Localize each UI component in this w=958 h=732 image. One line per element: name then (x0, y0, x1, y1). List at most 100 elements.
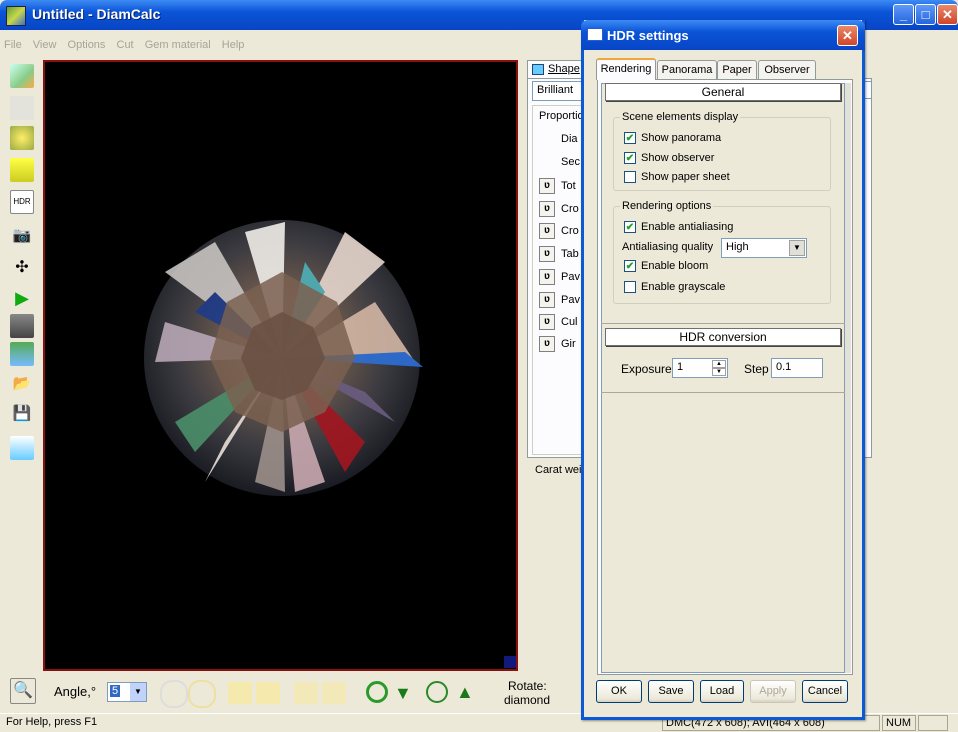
move-icon[interactable]: ✣ (10, 256, 34, 280)
quality-chevron-down-icon[interactable]: ▼ (789, 240, 805, 256)
tab-shape-label: Shape (548, 63, 580, 75)
tab-rendering[interactable]: Rendering (596, 58, 656, 80)
scene-elements-label: Scene elements display (620, 111, 741, 123)
flip-h2-icon[interactable] (256, 682, 280, 704)
param-link-icon[interactable]: ʋ (539, 336, 555, 352)
export-icon[interactable] (10, 342, 34, 366)
param-label: Cul (561, 316, 578, 328)
apply-button[interactable]: Apply (750, 680, 796, 703)
zoom-search-icon[interactable]: 🔍 (10, 678, 36, 704)
angle-dropdown-chevron-icon[interactable]: ▼ (130, 683, 146, 701)
view-bottom-icon[interactable] (426, 681, 448, 703)
enable-antialiasing-label[interactable]: Enable antialiasing (641, 221, 733, 233)
dialog-titlebar[interactable]: HDR settings ✕ (581, 20, 865, 50)
enable-bloom-checkbox[interactable]: ✔ (624, 260, 636, 272)
param-label: Tab (561, 248, 579, 260)
enable-grayscale-checkbox[interactable] (624, 281, 636, 293)
menu-cut[interactable]: Cut (113, 37, 138, 53)
enable-bloom-label[interactable]: Enable bloom (641, 260, 708, 272)
param-link-icon[interactable]: ʋ (539, 223, 555, 239)
cancel-button[interactable]: Cancel (802, 680, 848, 703)
save-disk-icon[interactable]: 💾 (10, 402, 34, 426)
rotate-right-icon[interactable] (188, 680, 216, 708)
show-paper-sheet-label[interactable]: Show paper sheet (641, 171, 730, 183)
load-gem-icon[interactable] (10, 64, 34, 88)
exposure-value: 1 (677, 361, 684, 373)
settings-scrollbar[interactable] (845, 83, 851, 673)
view-top-icon[interactable] (366, 681, 388, 703)
report-icon[interactable] (10, 436, 34, 460)
enable-grayscale-label[interactable]: Enable grayscale (641, 281, 725, 293)
viewport-corner-marker (504, 656, 516, 668)
open-folder-icon[interactable]: 📂 (10, 372, 34, 396)
flip-h-icon[interactable] (228, 682, 252, 704)
camera-icon[interactable]: 📷 (10, 224, 34, 248)
param-link-icon[interactable]: ʋ (539, 246, 555, 262)
general-section-header[interactable]: General (605, 83, 841, 101)
rotate-target[interactable]: diamond (504, 693, 550, 707)
app-title: Untitled - DiamCalc (32, 6, 161, 22)
angle-select[interactable]: 5 ▼ (107, 682, 147, 702)
bottom-toolbar: 🔍 Angle,° 5 ▼ ▼ ▲ Rotate: diamond (10, 676, 580, 710)
menu-options[interactable]: Options (64, 37, 110, 53)
step-label: Step (744, 362, 769, 376)
param-section-label: Sec (561, 156, 580, 168)
shape-select-edge (864, 81, 872, 99)
param-diameter-label: Dia (561, 133, 578, 145)
proportions-label: Proportio (539, 110, 584, 122)
maximize-button[interactable]: □ (915, 4, 936, 25)
param-link-icon[interactable]: ʋ (539, 178, 555, 194)
exposure-down-icon[interactable]: ▼ (712, 368, 726, 376)
show-observer-checkbox[interactable]: ✔ (624, 152, 636, 164)
show-observer-label[interactable]: Show observer (641, 152, 714, 164)
dialog-close-icon[interactable]: ✕ (837, 25, 858, 46)
param-label: Cro (561, 203, 579, 215)
dialog-title: HDR settings (607, 28, 689, 43)
param-link-icon[interactable]: ʋ (539, 314, 555, 330)
param-link-icon[interactable]: ʋ (539, 292, 555, 308)
ok-button[interactable]: OK (596, 680, 642, 703)
menu-view[interactable]: View (29, 37, 61, 53)
render-viewport[interactable] (43, 60, 518, 671)
tab-observer[interactable]: Observer (758, 60, 816, 79)
hdr-conversion-section-header[interactable]: HDR conversion (605, 328, 841, 346)
show-panorama-checkbox[interactable]: ✔ (624, 132, 636, 144)
section-divider (601, 323, 845, 324)
tab-panorama[interactable]: Panorama (657, 60, 717, 79)
show-paper-sheet-checkbox[interactable] (624, 171, 636, 183)
enable-antialiasing-checkbox[interactable]: ✔ (624, 221, 636, 233)
menu-file[interactable]: File (0, 37, 26, 53)
save-button[interactable]: Save (648, 680, 694, 703)
param-label: Cro (561, 225, 579, 237)
play-icon[interactable]: ▶ (10, 286, 34, 310)
gem-settings-icon[interactable] (10, 126, 34, 150)
tab-paper[interactable]: Paper (717, 60, 757, 79)
menu-help[interactable]: Help (218, 37, 249, 53)
left-toolbar: HDR 📷 ✣ ▶ 📂 💾 (6, 60, 36, 470)
exposure-up-icon[interactable]: ▲ (712, 360, 726, 368)
tab-shape[interactable]: Shape (527, 60, 587, 78)
antialiasing-quality-label: Antialiasing quality (622, 241, 714, 253)
gem-disabled-icon[interactable] (10, 96, 34, 120)
rendering-options-label: Rendering options (620, 200, 714, 212)
view-side-icon[interactable]: ▼ (394, 683, 412, 704)
hdr-button[interactable]: HDR (10, 190, 34, 214)
show-panorama-label[interactable]: Show panorama (641, 132, 721, 144)
minimize-button[interactable]: _ (893, 4, 914, 25)
view-profile-icon[interactable]: ▲ (456, 682, 474, 703)
status-help: For Help, press F1 (6, 716, 98, 728)
flip-v2-icon[interactable] (322, 682, 346, 704)
close-button[interactable]: ✕ (937, 4, 958, 25)
flip-v-icon[interactable] (294, 682, 318, 704)
param-label: Gir (561, 338, 576, 350)
antialiasing-quality-select[interactable]: High ▼ (721, 238, 807, 258)
menu-gem-material[interactable]: Gem material (141, 37, 215, 53)
param-link-icon[interactable]: ʋ (539, 269, 555, 285)
load-button[interactable]: Load (700, 680, 744, 703)
rotate-left-icon[interactable] (160, 680, 188, 708)
param-link-icon[interactable]: ʋ (539, 201, 555, 217)
video-icon[interactable] (10, 314, 34, 338)
exposure-input[interactable]: 1 ▲ ▼ (672, 358, 728, 378)
light-icon[interactable] (10, 158, 34, 182)
step-input[interactable]: 0.1 (771, 358, 823, 378)
